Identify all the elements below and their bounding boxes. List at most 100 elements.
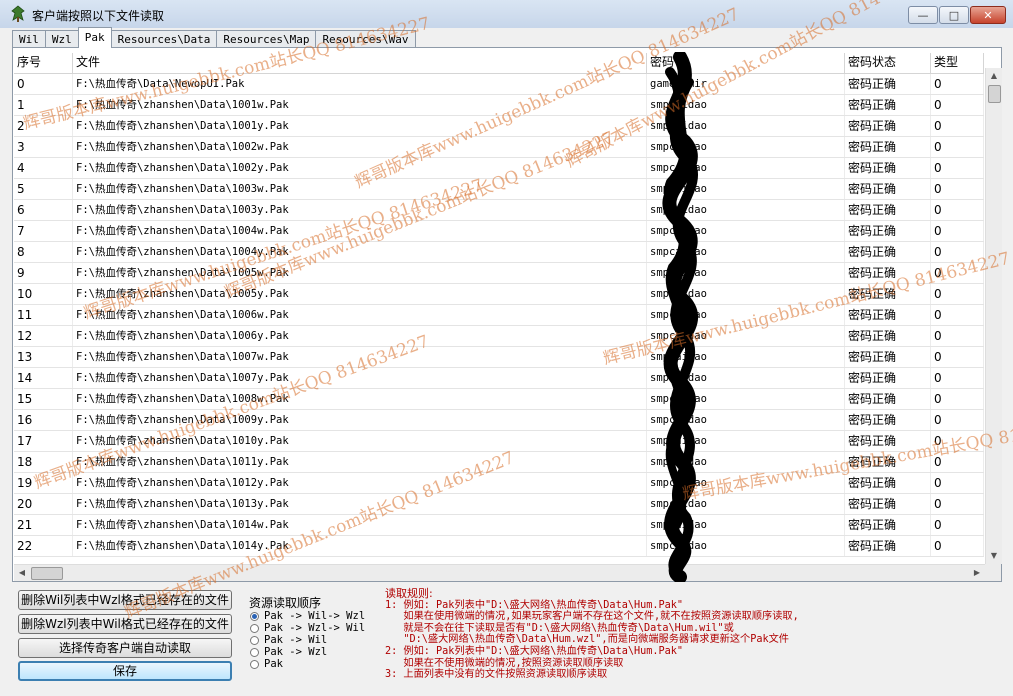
cell-file: F:\热血传奇\zhanshen\Data\1010y.Pak	[73, 431, 647, 451]
horizontal-scroll-thumb[interactable]	[31, 567, 63, 580]
cell-type: 0	[931, 95, 984, 115]
table-row[interactable]: 10 F:\热血传奇\zhanshen\Data\1005y.Pak smpcaid…	[14, 284, 984, 305]
close-button[interactable]: ✕	[970, 6, 1006, 24]
cell-status: 密码正确	[845, 452, 931, 472]
scroll-left-arrow-icon[interactable]: ◀	[14, 565, 30, 581]
cell-type: 0	[931, 347, 984, 367]
cell-password: smpcaidao	[647, 494, 845, 514]
tab-strip: Wil Wzl Pak Resources\Data Resources\Map Reso…	[12, 27, 416, 48]
vertical-scrollbar[interactable]: ▲ ▼	[985, 68, 1002, 564]
cell-type: 0	[931, 74, 984, 94]
table-row[interactable]: 21 F:\热血传奇\zhanshen\Data\1014w.Pak smpcaid…	[14, 515, 984, 536]
delete-wil-duplicates-button[interactable]: 删除Wil列表中Wzl格式已经存在的文件	[18, 590, 232, 610]
table-row[interactable]: 18 F:\热血传奇\zhanshen\Data\1011y.Pak smpcaid…	[14, 452, 984, 473]
file-list-panel: 序号 文件 密码 密码状态 类型 0 F:\热血传奇\Data\NewopUI.P…	[12, 47, 1002, 582]
table-row[interactable]: 15 F:\热血传奇\zhanshen\Data\1008w.Pak smpcaid…	[14, 389, 984, 410]
table-row[interactable]: 12 F:\热血传奇\zhanshen\Data\1006y.Pak smpcaid…	[14, 326, 984, 347]
cell-type: 0	[931, 410, 984, 430]
tab-resources-map[interactable]: Resources\Map	[216, 30, 317, 48]
vertical-scroll-thumb[interactable]	[988, 85, 1001, 103]
cell-status: 密码正确	[845, 431, 931, 451]
cell-type: 0	[931, 389, 984, 409]
read-order-option[interactable]: Pak -> Wil	[250, 634, 365, 646]
read-order-option[interactable]: Pak	[250, 658, 365, 670]
table-row[interactable]: 0 F:\热血传奇\Data\NewopUI.Pak gameofmir 密码正确 0	[14, 74, 984, 95]
cell-password: smpcaidao	[647, 158, 845, 178]
column-header-type[interactable]: 类型	[931, 53, 984, 73]
cell-status: 密码正确	[845, 305, 931, 325]
cell-type: 0	[931, 515, 984, 535]
cell-file: F:\热血传奇\zhanshen\Data\1002w.Pak	[73, 137, 647, 157]
main-window: 客户端按照以下文件读取 — □ ✕ Wil Wzl Pak Resources\Dat…	[0, 0, 1013, 696]
table-row[interactable]: 11 F:\热血传奇\zhanshen\Data\1006w.Pak smpcaid…	[14, 305, 984, 326]
table-row[interactable]: 9 F:\热血传奇\zhanshen\Data\1005w.Pak smpcaida…	[14, 263, 984, 284]
table-row[interactable]: 5 F:\热血传奇\zhanshen\Data\1003w.Pak smpcaida…	[14, 179, 984, 200]
cell-file: F:\热血传奇\zhanshen\Data\1006w.Pak	[73, 305, 647, 325]
column-header-index[interactable]: 序号	[14, 53, 73, 73]
auto-read-client-button[interactable]: 选择传奇客户端自动读取	[18, 638, 232, 658]
tab-resources-wav[interactable]: Resources\Wav	[315, 30, 416, 48]
table-row[interactable]: 4 F:\热血传奇\zhanshen\Data\1002y.Pak smpcaida…	[14, 158, 984, 179]
read-order-option[interactable]: Pak -> Wzl	[250, 646, 365, 658]
cell-type: 0	[931, 368, 984, 388]
minimize-button[interactable]: —	[908, 6, 938, 24]
horizontal-scrollbar[interactable]: ◀ ▶	[14, 564, 985, 581]
table-row[interactable]: 1 F:\热血传奇\zhanshen\Data\1001w.Pak smpcaida…	[14, 95, 984, 116]
table-row[interactable]: 16 F:\热血传奇\zhanshen\Data\1009y.Pak smpcaid…	[14, 410, 984, 431]
cell-password: smpcaidao	[647, 347, 845, 367]
cell-password: smpcaidao	[647, 305, 845, 325]
scroll-up-arrow-icon[interactable]: ▲	[986, 68, 1002, 84]
cell-file: F:\热血传奇\zhanshen\Data\1014w.Pak	[73, 515, 647, 535]
tab-resources-data[interactable]: Resources\Data	[110, 30, 218, 48]
read-order-option-label: Pak -> Wil	[264, 634, 328, 646]
cell-type: 0	[931, 137, 984, 157]
cell-file: F:\热血传奇\zhanshen\Data\1008w.Pak	[73, 389, 647, 409]
tab-pak[interactable]: Pak	[77, 27, 112, 48]
table-row[interactable]: 13 F:\热血传奇\zhanshen\Data\1007w.Pak smpcaid…	[14, 347, 984, 368]
table-row[interactable]: 2 F:\热血传奇\zhanshen\Data\1001y.Pak smpcaida…	[14, 116, 984, 137]
table-row[interactable]: 7 F:\热血传奇\zhanshen\Data\1004w.Pak smpcaida…	[14, 221, 984, 242]
table-header: 序号 文件 密码 密码状态 类型	[14, 53, 984, 74]
table-row[interactable]: 3 F:\热血传奇\zhanshen\Data\1002w.Pak smpcaida…	[14, 137, 984, 158]
cell-index: 18	[14, 452, 73, 472]
cell-status: 密码正确	[845, 74, 931, 94]
radio-button-icon[interactable]	[250, 635, 259, 645]
cell-password: smpcaidao	[647, 431, 845, 451]
table-row[interactable]: 19 F:\热血传奇\zhanshen\Data\1012y.Pak smpcaid…	[14, 473, 984, 494]
cell-status: 密码正确	[845, 137, 931, 157]
table-row[interactable]: 20 F:\热血传奇\zhanshen\Data\1013y.Pak smpcaid…	[14, 494, 984, 515]
table-row[interactable]: 22 F:\热血传奇\zhanshen\Data\1014y.Pak smpcaid…	[14, 536, 984, 557]
radio-button-icon[interactable]	[250, 611, 259, 621]
title-bar[interactable]: 客户端按照以下文件读取 — □ ✕	[0, 0, 1013, 28]
cell-type: 0	[931, 179, 984, 199]
cell-password: smpcaidao	[647, 326, 845, 346]
scroll-corner	[985, 564, 1001, 581]
table-row[interactable]: 6 F:\热血传奇\zhanshen\Data\1003y.Pak smpcaida…	[14, 200, 984, 221]
column-header-password[interactable]: 密码	[647, 53, 845, 73]
read-order-option[interactable]: Pak -> Wzl-> Wil	[250, 622, 365, 634]
cell-type: 0	[931, 305, 984, 325]
table-row[interactable]: 8 F:\热血传奇\zhanshen\Data\1004y.Pak smpcaida…	[14, 242, 984, 263]
table-row[interactable]: 17 F:\热血传奇\zhanshen\Data\1010y.Pak smpcaid…	[14, 431, 984, 452]
column-header-status[interactable]: 密码状态	[845, 53, 931, 73]
maximize-button[interactable]: □	[939, 6, 969, 24]
cell-index: 14	[14, 368, 73, 388]
scroll-down-arrow-icon[interactable]: ▼	[986, 548, 1002, 564]
read-order-option[interactable]: Pak -> Wil-> Wzl	[250, 610, 365, 622]
radio-button-icon[interactable]	[250, 647, 259, 657]
cell-password: smpcaidao	[647, 410, 845, 430]
delete-wzl-duplicates-button[interactable]: 删除Wzl列表中Wil格式已经存在的文件	[18, 614, 232, 634]
tab-wil[interactable]: Wil	[12, 30, 46, 48]
tab-wzl[interactable]: Wzl	[44, 30, 79, 48]
save-button[interactable]: 保存	[18, 661, 232, 681]
scroll-right-arrow-icon[interactable]: ▶	[969, 565, 985, 581]
table-row[interactable]: 14 F:\热血传奇\zhanshen\Data\1007y.Pak smpcaid…	[14, 368, 984, 389]
radio-button-icon[interactable]	[250, 659, 259, 669]
cell-status: 密码正确	[845, 347, 931, 367]
column-header-file[interactable]: 文件	[73, 53, 647, 73]
cell-index: 15	[14, 389, 73, 409]
cell-status: 密码正确	[845, 284, 931, 304]
cell-file: F:\热血传奇\zhanshen\Data\1013y.Pak	[73, 494, 647, 514]
cell-status: 密码正确	[845, 389, 931, 409]
radio-button-icon[interactable]	[250, 623, 259, 633]
